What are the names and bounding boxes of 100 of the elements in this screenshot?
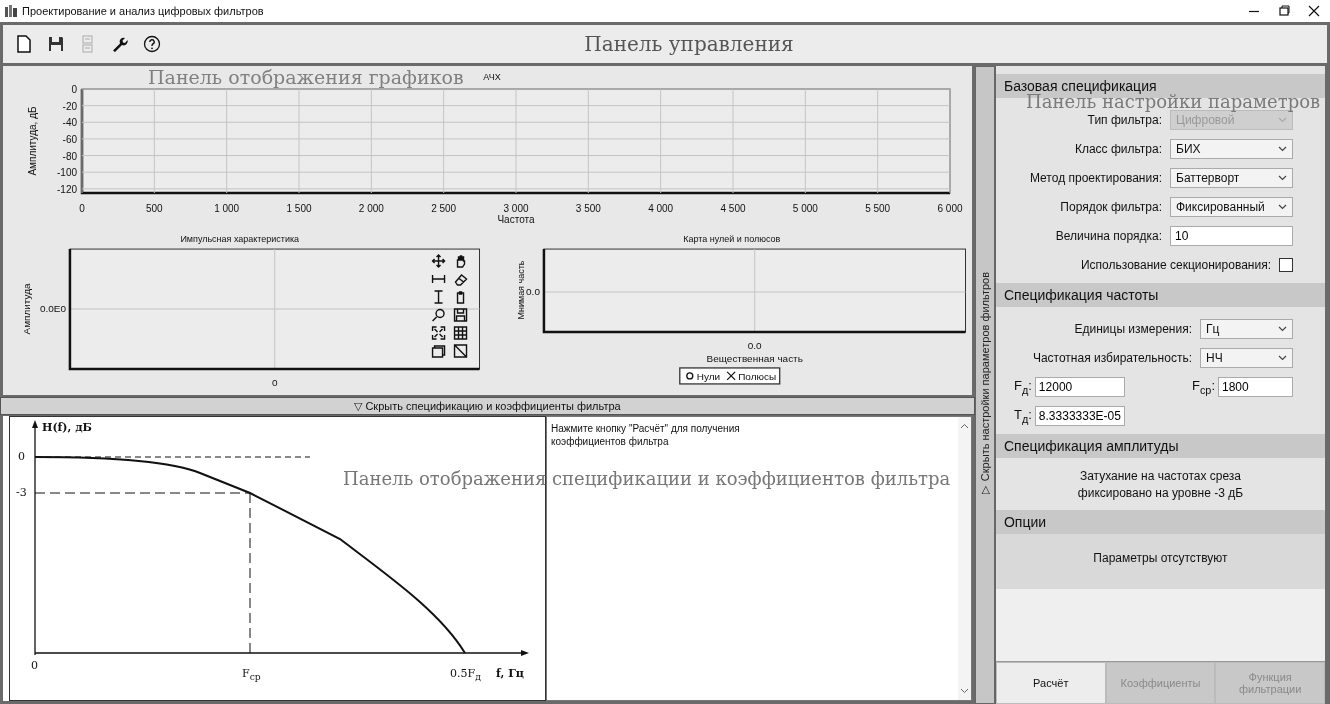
field-label: Класс фильтра: [1073,142,1163,156]
checkbox[interactable] [1279,258,1293,272]
legend-label: Нули [696,370,720,382]
dropdown[interactable]: НЧ [1200,348,1293,368]
axis-title: H(f), дБ [42,421,92,434]
info-text: Затухание на частотах среза фиксировано на уровне -3 дБ [1077,468,1244,502]
legend-label: Полюсы [737,370,776,382]
scroll-up-icon[interactable] [960,423,969,429]
axis-tick-label: 500 [146,203,163,214]
clipboard-icon[interactable] [456,291,465,304]
section-header: Спецификация амплитуды [995,434,1325,458]
chevron-down-icon[interactable] [1278,204,1287,210]
field-label: F$_{д}$: [1013,378,1032,396]
section-header: Опции [995,510,1325,534]
axis-tick-label: 2 000 [358,203,384,214]
close-icon[interactable] [1308,5,1320,17]
axis-tick-label: -3 [16,486,27,499]
help-icon[interactable] [143,35,161,53]
fit-icon[interactable] [431,326,446,340]
restore-icon[interactable] [1278,5,1290,17]
chevron-down-icon[interactable] [1278,175,1287,181]
panel-caption: Панель отображения графиков [148,66,464,88]
input-field[interactable]: 8.3333333E-05 [1034,406,1125,426]
axis-tick-label: 0.0 [747,339,762,351]
action-button[interactable]: Расчёт [995,662,1106,704]
chevron-down-icon[interactable] [1278,326,1287,332]
chevron-down-icon[interactable] [1278,355,1287,361]
axis-tick-label: 0 [71,84,77,95]
frame-icon[interactable] [431,345,446,358]
app-icon [4,4,18,18]
axis-tick-label: 0.5F$_{д}$ [450,667,481,683]
field-label: Порядок фильтра: [1059,200,1163,214]
axis-tick-label: 6 000 [937,203,963,214]
move-icon[interactable] [431,254,446,269]
eraser-icon[interactable] [454,274,468,286]
cross-icon [726,371,736,381]
axis-tick-label: -20 [62,100,77,112]
axis-tick-label: 0 [271,376,278,388]
axis-tick-label: -40 [62,117,77,129]
input-field[interactable]: 1800 [1218,377,1293,397]
section-header: Спецификация частоты [995,283,1325,307]
input-field[interactable]: 12000 [1034,377,1125,397]
collapse-toggle[interactable]: ▽ Скрыть настройки параметров фильтров [975,66,995,704]
message-text: Нажмите кнопку "Расчёт" для получения коэффициентов фильтра [550,422,741,449]
hand-icon[interactable] [456,255,466,268]
axis-tick-label: 1 000 [214,203,240,214]
axis-tick-label: 5 500 [865,203,891,214]
dropdown[interactable]: Гц [1200,319,1293,339]
axis-title: f, Гц [496,667,524,680]
scrollbar[interactable] [958,417,971,700]
chart-title: АЧХ [483,72,501,82]
axis-tick-label: 5 000 [792,203,818,214]
width-icon[interactable] [431,274,446,284]
zoom-icon[interactable] [431,308,445,322]
collapse-toggle[interactable]: ▽ Скрыть спецификацию и коэффициенты фильтра [0,397,975,415]
dropdown[interactable]: Баттерворт [1170,168,1293,188]
settings-icon[interactable] [111,35,129,53]
field-label: Частотная избирательность: [1031,351,1193,365]
window-title: Проектирование и анализ цифровых фильтров [22,5,264,17]
info-text: Параметры отсутствуют [1093,550,1228,567]
resize-icon[interactable] [453,344,468,358]
field-label: Тип фильтра: [1086,113,1163,127]
field-label: Использование секционирования: [1081,258,1272,272]
save-icon[interactable] [453,308,468,322]
axis-title: Амплитуда [21,283,32,335]
field-label: T$_{д}$: [1013,407,1032,425]
axis-tick-label: -100 [57,167,77,179]
axis-tick-label: 0.0 [525,286,540,297]
new-file-icon[interactable] [15,35,33,53]
dropdown[interactable]: БИХ [1170,139,1293,159]
panel-caption: Панель управления [583,32,795,56]
axis-tick-label: -80 [62,150,77,162]
grid-icon[interactable] [453,326,468,340]
axis-tick-label: F$_{ср}$ [242,667,261,683]
axis-tick-label: 4 000 [648,203,674,214]
height-icon[interactable] [433,290,444,304]
axis-title: Мнимая часть [515,260,526,320]
chart-title: Импульсная характеристика [180,234,300,245]
axis-tick-label: 3 500 [575,203,601,214]
field-label: Единицы измерения: [1073,322,1193,336]
axis-tick-label: -120 [57,183,77,195]
axis-tick-label: 0 [18,450,25,463]
axis-tick-label: 3 000 [503,203,529,214]
circle-icon [685,372,693,380]
axis-tick-label: 2 500 [431,203,457,214]
dropdown[interactable]: Фиксированный [1170,197,1293,217]
scroll-down-icon[interactable] [960,688,969,694]
chevron-down-icon[interactable] [1278,146,1287,152]
axis-title: Амплитуда, дБ [27,106,38,176]
field-label: Величина порядка: [1054,229,1163,243]
axis-title: Частота [497,214,535,225]
input-field[interactable]: 10 [1170,226,1293,246]
axis-title: Вещественная часть [706,352,803,364]
save-icon[interactable] [47,35,65,53]
field-label: Метод проектирования: [1028,171,1163,185]
chart-title: Карта нулей и полюсов [682,234,780,245]
axis-tick-label: -60 [62,133,77,145]
axis-tick-label: 1 500 [286,203,312,214]
field-label: F$_{ср}$: [1192,378,1215,396]
axis-tick-label: 4 500 [720,203,746,214]
